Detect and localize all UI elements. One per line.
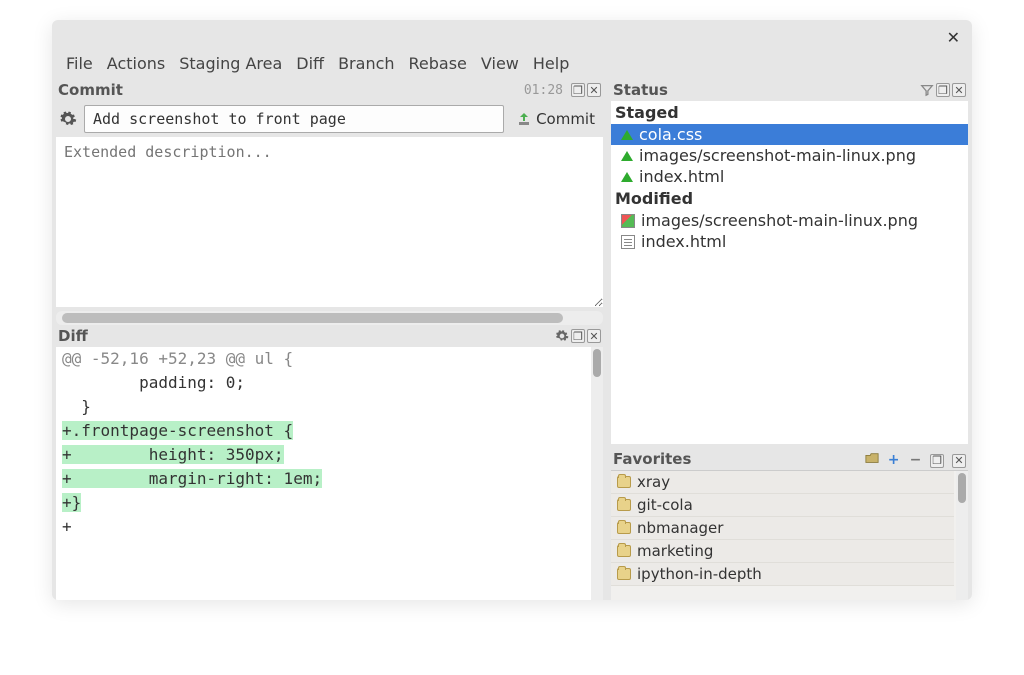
staged-file-row[interactable]: images/screenshot-main-linux.png [611, 145, 968, 166]
favorites-vscrollbar[interactable] [956, 471, 968, 600]
filter-icon[interactable] [920, 83, 934, 97]
gear-icon[interactable] [58, 109, 78, 129]
folder-icon [617, 568, 631, 580]
close-panel-icon[interactable]: ✕ [587, 83, 601, 97]
diff-line: padding: 0; [56, 371, 603, 395]
diff-line: +} [56, 491, 603, 515]
favorite-item[interactable]: ipython-in-depth [611, 563, 954, 586]
diff-panel-title: Diff [58, 327, 88, 345]
staged-file-row[interactable]: cola.css [611, 124, 968, 145]
status-panel-header: Status ❐ ✕ [607, 79, 972, 101]
folder-icon [617, 476, 631, 488]
menu-staging-area[interactable]: Staging Area [179, 54, 282, 73]
staged-icon [621, 172, 633, 182]
diff-vscrollbar[interactable] [591, 347, 603, 600]
document-icon [621, 235, 635, 249]
commit-icon [516, 111, 532, 127]
add-favorite-icon[interactable]: + [887, 453, 901, 467]
commit-time: 01:28 [524, 83, 563, 98]
favorite-label: git-cola [637, 496, 693, 514]
modified-file-row[interactable]: images/screenshot-main-linux.png [611, 210, 968, 231]
favorite-label: ipython-in-depth [637, 565, 762, 583]
file-name: index.html [641, 232, 726, 251]
file-name: images/screenshot-main-linux.png [641, 211, 918, 230]
favorite-label: nbmanager [637, 519, 723, 537]
diff-line: } [56, 395, 603, 419]
close-icon[interactable]: ✕ [947, 28, 960, 47]
file-name: images/screenshot-main-linux.png [639, 146, 916, 165]
commit-summary-input[interactable] [84, 105, 504, 133]
diff-close-icon[interactable]: ✕ [587, 329, 601, 343]
left-column: Commit 01:28 ❐ ✕ Commit [52, 79, 607, 600]
favorite-item[interactable]: xray [611, 471, 954, 494]
diff-line: + [56, 515, 603, 539]
menubar: File Actions Staging Area Diff Branch Re… [52, 44, 972, 79]
menu-help[interactable]: Help [533, 54, 569, 73]
remove-favorite-icon[interactable]: − [908, 453, 922, 467]
diff-panel-header: Diff ❐ ✕ [52, 325, 607, 347]
favorites-list: xray git-cola nbmanager marketing ipython-in… [611, 470, 968, 600]
menu-view[interactable]: View [481, 54, 519, 73]
modified-header: Modified [611, 187, 968, 210]
image-icon [621, 214, 635, 228]
status-close-icon[interactable]: ✕ [952, 83, 966, 97]
diff-viewer[interactable]: @@ -52,16 +52,23 @@ ul { padding: 0; }+.… [56, 347, 603, 600]
menu-diff[interactable]: Diff [296, 54, 324, 73]
menu-rebase[interactable]: Rebase [409, 54, 467, 73]
staged-icon [621, 151, 633, 161]
right-column: Status ❐ ✕ Staged cola.css images/screens… [607, 79, 972, 600]
favorite-item[interactable]: marketing [611, 540, 954, 563]
staged-file-row[interactable]: index.html [611, 166, 968, 187]
commit-button[interactable]: Commit [510, 108, 601, 130]
favorite-label: xray [637, 473, 670, 491]
status-list: Staged cola.css images/screenshot-main-li… [611, 101, 968, 444]
menu-actions[interactable]: Actions [107, 54, 165, 73]
diff-line: + height: 350px; [56, 443, 603, 467]
status-panel-title: Status [613, 81, 668, 99]
window: ✕ File Actions Staging Area Diff Branch … [52, 20, 972, 600]
diff-line: @@ -52,16 +52,23 @@ ul { [56, 347, 603, 371]
staged-header: Staged [611, 101, 968, 124]
favorite-item[interactable]: git-cola [611, 494, 954, 517]
restore-icon[interactable]: ❐ [571, 83, 585, 97]
favorites-panel-header: Favorites + − ❐ ✕ [607, 448, 972, 470]
diff-gear-icon[interactable] [555, 329, 569, 343]
h-scrollbar[interactable] [56, 311, 603, 325]
file-name: index.html [639, 167, 724, 186]
diff-restore-icon[interactable]: ❐ [571, 329, 585, 343]
favorite-label: marketing [637, 542, 713, 560]
commit-panel-header: Commit 01:28 ❐ ✕ [52, 79, 607, 101]
file-name: cola.css [639, 125, 702, 144]
favorite-item[interactable]: nbmanager [611, 517, 954, 540]
folder-icon [617, 522, 631, 534]
modified-file-row[interactable]: index.html [611, 231, 968, 252]
status-restore-icon[interactable]: ❐ [936, 83, 950, 97]
diff-line: + margin-right: 1em; [56, 467, 603, 491]
favorites-close-icon[interactable]: ✕ [952, 454, 966, 468]
folder-icon [617, 545, 631, 557]
favorites-panel-title: Favorites [613, 450, 691, 468]
open-folder-icon[interactable] [865, 451, 879, 465]
menu-file[interactable]: File [66, 54, 93, 73]
favorites-restore-icon[interactable]: ❐ [930, 454, 944, 468]
staged-icon [621, 130, 633, 140]
folder-icon [617, 499, 631, 511]
diff-line: +.frontpage-screenshot { [56, 419, 603, 443]
menu-branch[interactable]: Branch [338, 54, 394, 73]
commit-button-label: Commit [536, 110, 595, 128]
extended-description-input[interactable] [56, 137, 603, 307]
commit-panel-title: Commit [58, 81, 123, 99]
